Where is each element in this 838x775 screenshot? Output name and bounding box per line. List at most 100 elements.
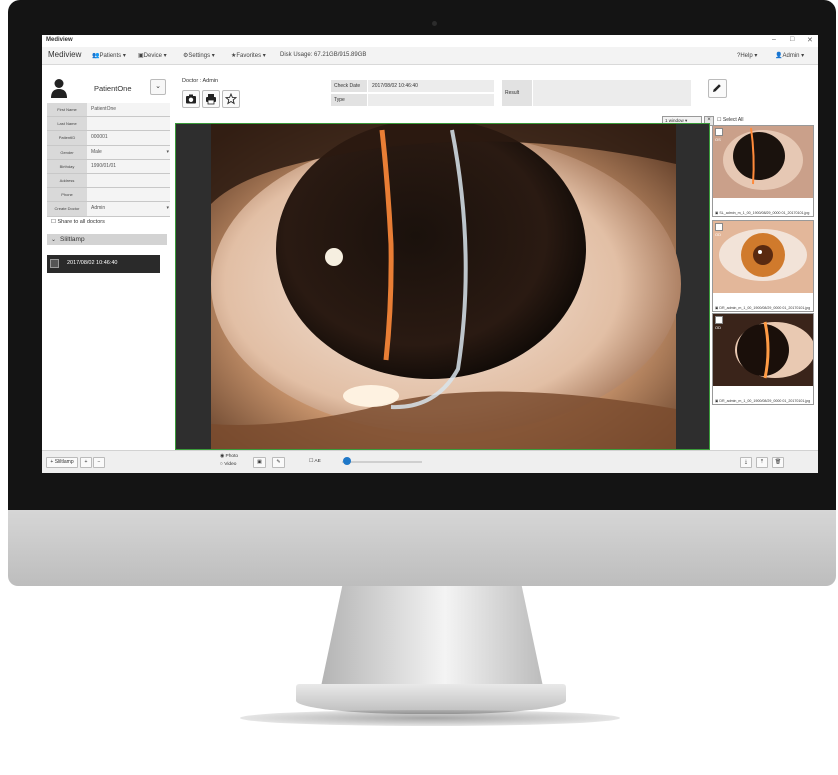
- chevron-down-icon: ⌄: [51, 237, 57, 243]
- create-doctor-select[interactable]: Admin ▾: [87, 202, 170, 216]
- add-sliltlamp-button[interactable]: + Sliltlamp: [46, 457, 78, 468]
- wrench-icon: ✎: [276, 459, 281, 465]
- field-row: Gender Male ▾: [47, 145, 170, 160]
- trash-icon: 🗑: [774, 459, 782, 465]
- photo-radio[interactable]: ◉ Photo: [220, 454, 238, 459]
- favorite-button[interactable]: [222, 90, 240, 108]
- edit-button[interactable]: [708, 79, 727, 98]
- video-radio[interactable]: ○ Video: [220, 462, 236, 467]
- video-label: Video: [224, 462, 237, 467]
- menu-favorites[interactable]: ★Favorites ▾: [231, 52, 266, 59]
- print-button[interactable]: [202, 90, 220, 108]
- field-label: PatientID: [47, 131, 87, 145]
- list-item[interactable]: 2017/08/02 10:46:40: [47, 255, 160, 273]
- image-file-icon: ▣: [715, 305, 719, 310]
- menu-help[interactable]: ?Help ▾: [737, 52, 757, 59]
- pencil-icon: [713, 84, 721, 92]
- photo-label: Photo: [225, 454, 239, 459]
- avatar-icon: [51, 79, 67, 98]
- checkbox-icon: ☐: [51, 219, 56, 225]
- record-checkbox[interactable]: [50, 259, 59, 268]
- thumbnail-item[interactable]: OD ▣ DR_admin_m_1_00_1900/08/29_0000 01_…: [712, 313, 814, 405]
- image-viewer[interactable]: [175, 123, 710, 450]
- gender-select[interactable]: Male ▾: [87, 145, 170, 159]
- thumbnail-caption: ▣ DR_admin_m_1_00_1900/08/29_0000 01_201…: [715, 399, 811, 403]
- exposure-slider[interactable]: [342, 461, 422, 463]
- thumbnail-image: [713, 221, 813, 293]
- birthday-field[interactable]: 1990/01/01: [87, 159, 170, 173]
- menu-user[interactable]: 👤Admin ▾: [775, 52, 804, 59]
- import-button[interactable]: ⤓: [740, 457, 752, 468]
- type-field[interactable]: [368, 94, 494, 106]
- menu-patients[interactable]: 👥Patients ▾: [92, 52, 126, 59]
- result-field[interactable]: [533, 80, 691, 106]
- caret-down-icon: ▾: [166, 205, 169, 212]
- record-date: 2017/08/02 10:46:40: [67, 260, 118, 266]
- thumbnail-checkbox[interactable]: [715, 128, 723, 136]
- field-row: Address: [47, 173, 170, 189]
- minimize-button[interactable]: –: [772, 36, 776, 43]
- tool-button[interactable]: ✎: [272, 457, 285, 468]
- menu-bar: Mediview 👥Patients ▾ ▣Device ▾ ⚙Settings…: [42, 47, 818, 65]
- menu-favorites-label: Favorites ▾: [236, 53, 266, 59]
- camera-button[interactable]: [182, 90, 200, 108]
- field-label: Phone: [47, 188, 87, 202]
- field-label: Address: [47, 173, 87, 188]
- menu-help-label: Help ▾: [740, 53, 758, 59]
- thumbnail-caption: ▣ DR_admin_m_1_00_1900/08/29_0000 01_201…: [715, 306, 811, 310]
- chevron-down-icon: ⌄: [155, 83, 161, 90]
- field-label: Gender: [47, 145, 87, 159]
- remove-button[interactable]: −: [93, 457, 105, 468]
- upload-icon: ⤒: [760, 459, 764, 465]
- thumbnail-image: [713, 314, 813, 386]
- patient-dropdown-button[interactable]: ⌄: [150, 79, 166, 95]
- first-name-field[interactable]: PatientOne: [87, 103, 170, 117]
- add-button[interactable]: +: [80, 457, 92, 468]
- ae-checkbox[interactable]: ☐ AE: [309, 459, 321, 464]
- select-all-label: Select All: [722, 117, 744, 123]
- thumbnail-image: [713, 126, 813, 198]
- check-date-label: Check Date: [331, 80, 367, 92]
- field-row: Last Name: [47, 117, 170, 132]
- patient-id-field[interactable]: 000001: [87, 131, 170, 145]
- checkbox-icon: ☐: [717, 117, 722, 123]
- share-checkbox[interactable]: ☐ Share to all doctors: [51, 219, 105, 225]
- field-row: Phone: [47, 188, 170, 203]
- thumbnail-checkbox[interactable]: [715, 316, 723, 324]
- radio-checked-icon: ◉: [220, 454, 225, 459]
- field-label: Create Doctor: [47, 202, 87, 216]
- address-field[interactable]: [87, 173, 170, 188]
- webcam-dot: [432, 21, 437, 26]
- light-flare: [343, 385, 399, 407]
- menu-user-label: Admin ▾: [782, 53, 805, 59]
- exam-section-header[interactable]: ⌄ Sliltlamp: [47, 234, 167, 245]
- thumbnail-item[interactable]: OD ▣ DR_admin_m_1_00_1900/08/29_0000 01_…: [712, 220, 814, 312]
- thumbnail-checkbox[interactable]: [715, 223, 723, 231]
- slider-handle[interactable]: [343, 457, 351, 465]
- app-window: Mediview – □ ✕ Mediview 👥Patients ▾ ▣Dev…: [42, 35, 818, 473]
- menu-settings[interactable]: ⚙Settings ▾: [183, 52, 215, 59]
- last-name-field[interactable]: [87, 117, 170, 131]
- caret-down-icon: ▾: [166, 148, 169, 155]
- export-button[interactable]: ⤒: [756, 457, 768, 468]
- iris-region: [276, 124, 586, 379]
- patient-name: PatientOne: [94, 84, 132, 93]
- close-button[interactable]: ✕: [807, 36, 813, 44]
- doctor-label: Doctor : Admin: [182, 78, 219, 84]
- eye-side-label: OD: [715, 325, 721, 330]
- catchlight: [325, 248, 343, 266]
- thumbnail-caption: ▣ SL_admin_m_1_00_1900/08/29_0000 01_201…: [715, 211, 811, 215]
- phone-field[interactable]: [87, 188, 170, 202]
- field-label: First Name: [47, 103, 87, 117]
- menu-settings-label: Settings ▾: [188, 53, 215, 59]
- menu-device[interactable]: ▣Device ▾: [138, 52, 167, 59]
- select-all-checkbox[interactable]: ☐ Select All: [717, 117, 743, 123]
- monitor-shadow: [240, 710, 620, 726]
- field-label: Birthday: [47, 159, 87, 173]
- thumbnail-item[interactable]: OS ▣ SL_admin_m_1_00_1900/08/29_0000 01_…: [712, 125, 814, 217]
- capture-button[interactable]: ▣: [253, 457, 266, 468]
- check-date-field[interactable]: 2017/08/02 10:46:40: [368, 80, 494, 92]
- star-outline-icon: [225, 93, 237, 105]
- delete-button[interactable]: 🗑: [772, 457, 784, 468]
- maximize-button[interactable]: □: [790, 36, 794, 43]
